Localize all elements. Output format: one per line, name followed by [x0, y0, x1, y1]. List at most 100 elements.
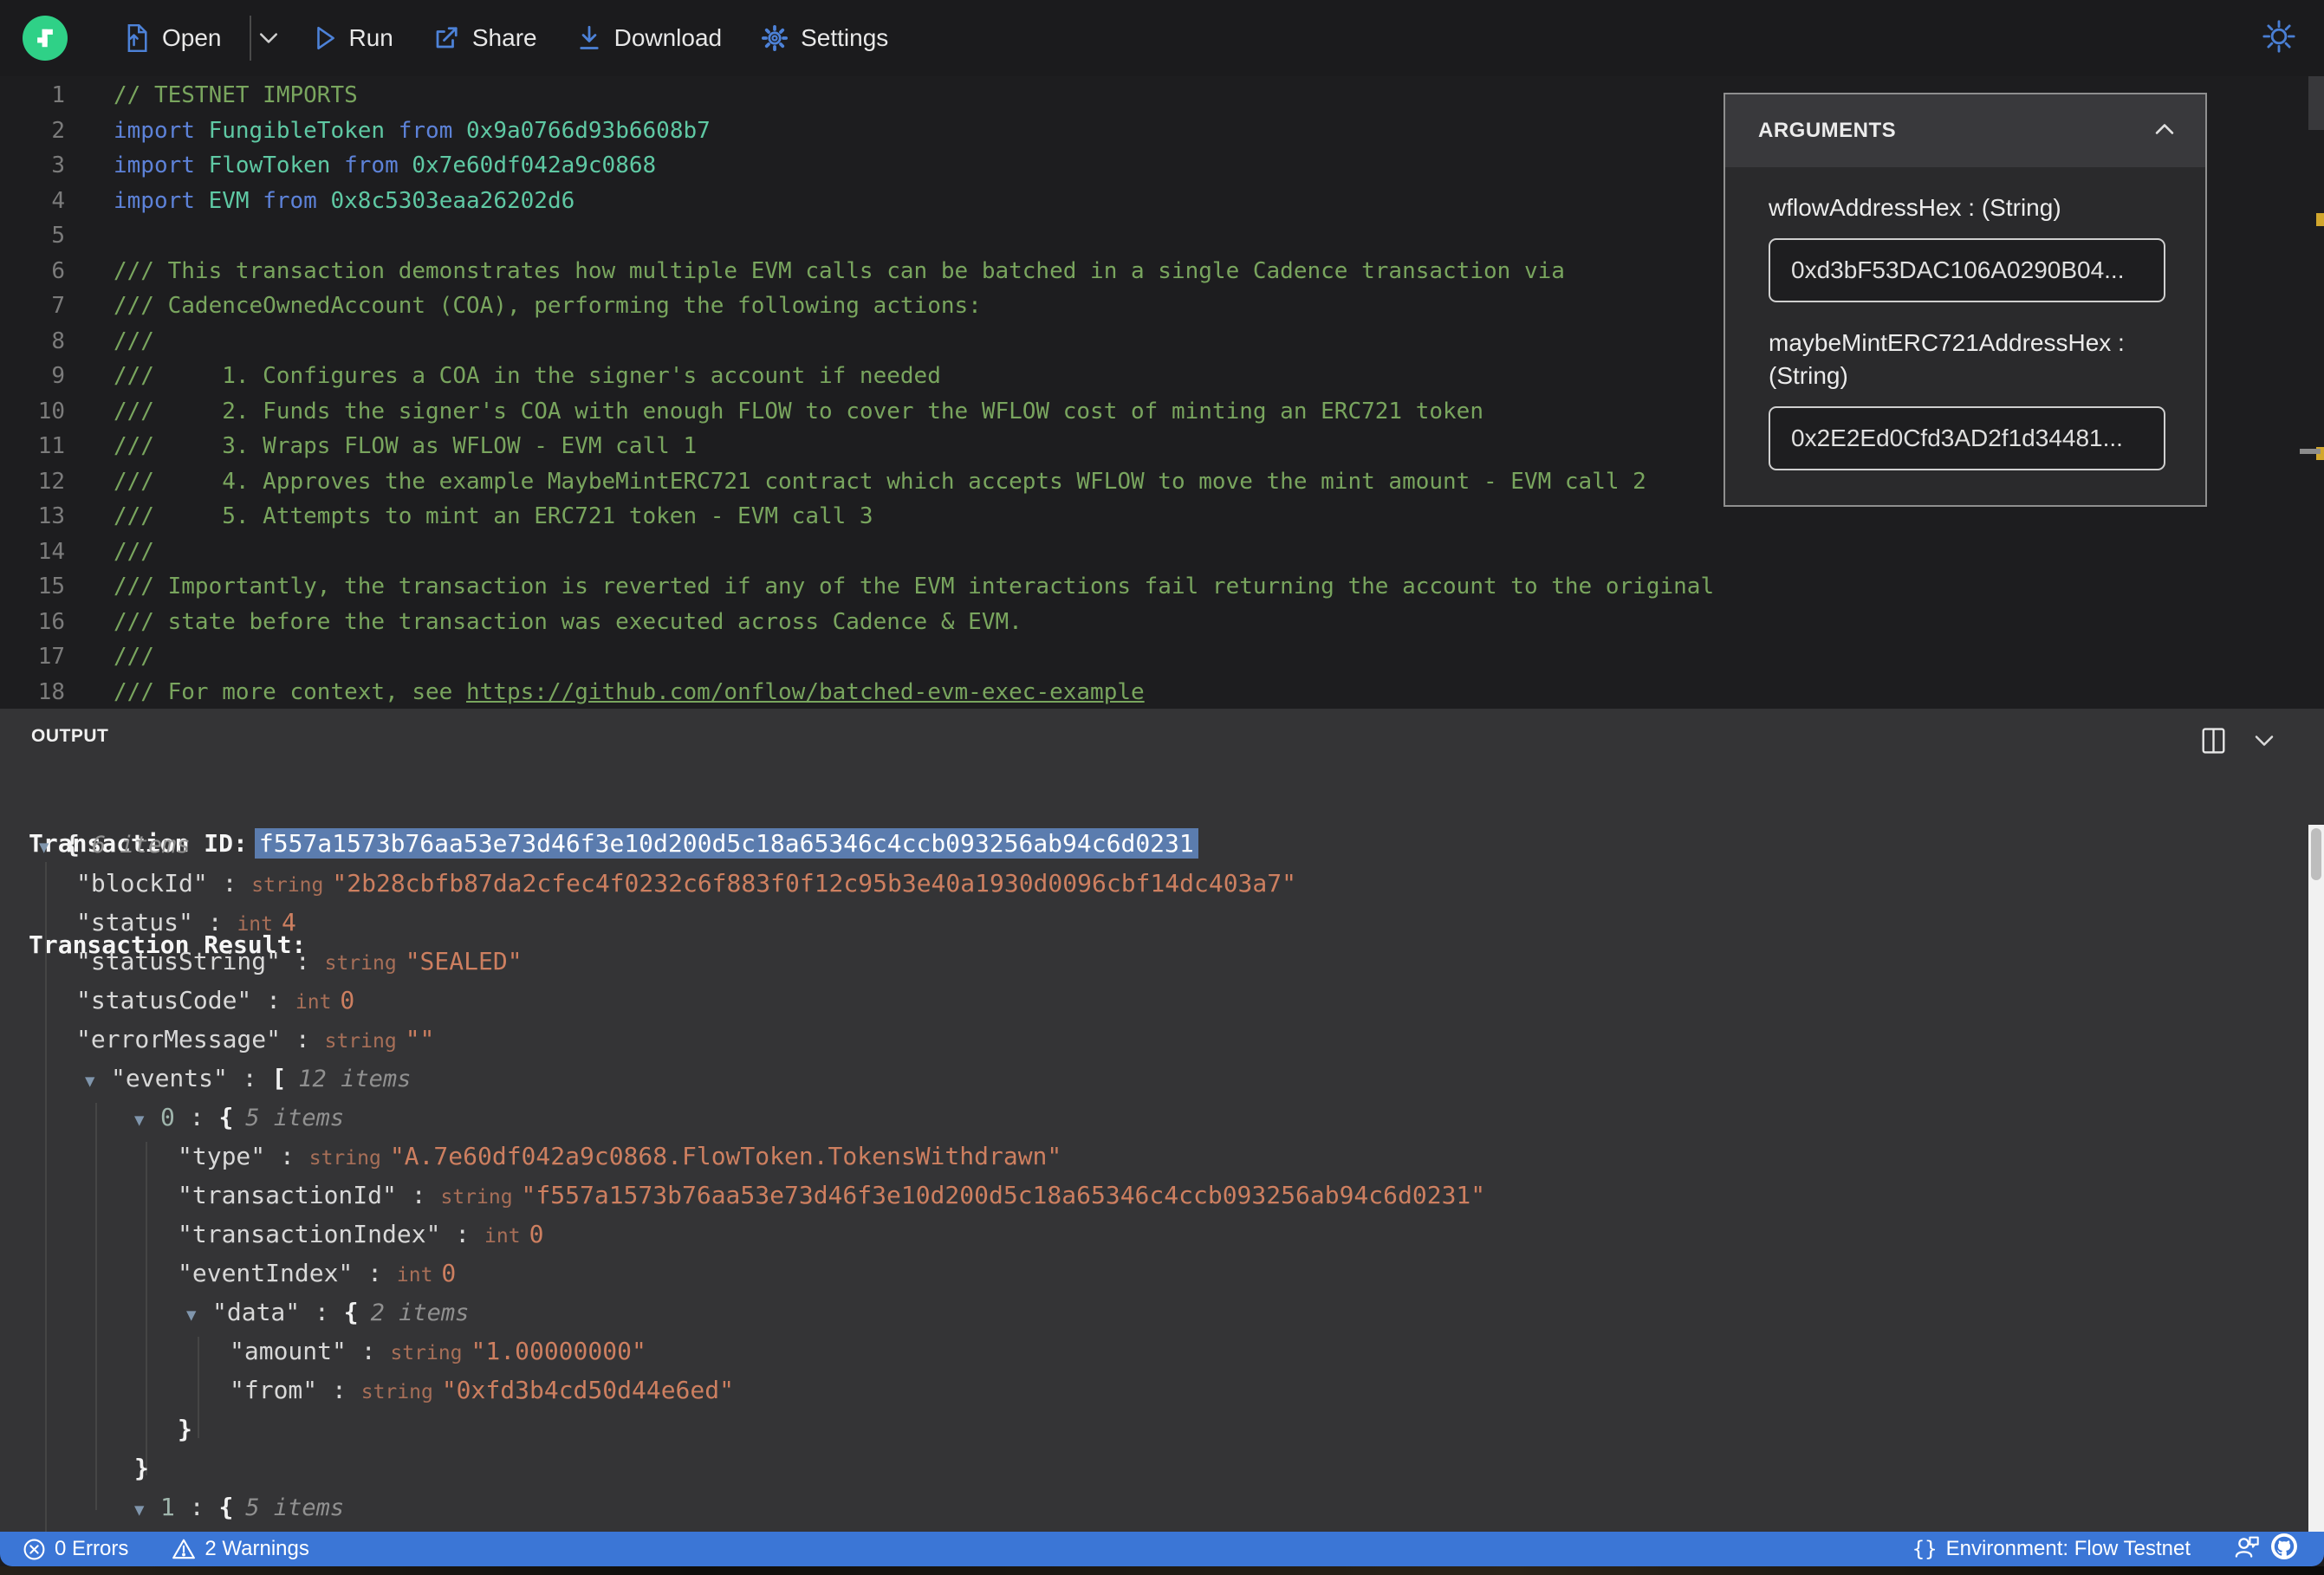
json-key: "transactionIndex": [178, 1220, 441, 1248]
line-number: 11: [37, 433, 65, 459]
json-tree-row: "eventIndex" : int 0: [0, 1254, 2298, 1293]
code-token: from: [398, 117, 467, 144]
code-token: ///: [114, 327, 154, 354]
json-idx: 0: [160, 1103, 175, 1131]
json-tree-row: ▼ "events" : [12 items: [0, 1059, 2298, 1098]
json-it: 12 items: [298, 1066, 412, 1092]
errors-status[interactable]: 0 Errors: [23, 1537, 128, 1561]
json-key: "status": [76, 908, 193, 937]
json-key: "errorMessage": [76, 1025, 282, 1053]
json-key: "statusString": [76, 947, 282, 975]
line-number: 2: [51, 117, 65, 144]
run-play-icon: [314, 25, 336, 51]
github-icon[interactable]: [2270, 1533, 2298, 1566]
warnings-status[interactable]: 2 Warnings: [172, 1537, 309, 1561]
json-tree-row: "blockId" : string "2b28cbfb87da2cfec4f02…: [0, 864, 2298, 903]
json-col: :: [317, 1376, 361, 1404]
json-key: "data": [212, 1298, 301, 1326]
json-ty: int: [396, 1264, 433, 1287]
line-number: 8: [51, 327, 65, 354]
collapse-arrow-icon[interactable]: ▼: [186, 1296, 212, 1335]
code-token: /// CadenceOwnedAccount (COA), performin…: [114, 293, 982, 319]
feedback-icon[interactable]: [2234, 1534, 2260, 1565]
json-ty: int: [237, 913, 273, 936]
collapse-arrow-icon[interactable]: ▼: [85, 1062, 111, 1101]
download-icon: [577, 25, 601, 51]
settings-label: Settings: [801, 24, 889, 51]
argument-label: maybeMintERC721AddressHex : (String): [1769, 329, 2125, 389]
json-tree-row: "statusCode" : int 0: [0, 981, 2298, 1020]
json-str: "2b28cbfb87da2cfec4f0232c6f883f0f12c95b3…: [332, 869, 1296, 898]
output-collapse-chevron-icon[interactable]: [2253, 733, 2275, 753]
json-tree-row: ▼ 1 : {5 items: [0, 1488, 2298, 1526]
code-token: /// For more context, see: [114, 678, 466, 705]
json-tree-row: ▼{6 items: [0, 825, 2298, 864]
split-view-icon[interactable]: [2202, 728, 2225, 758]
share-label: Share: [471, 24, 537, 51]
code-token: import: [114, 117, 209, 144]
line-number: 3: [51, 152, 65, 178]
open-button[interactable]: Open: [125, 24, 222, 52]
json-ty: string: [251, 874, 324, 897]
settings-button[interactable]: Settings: [762, 24, 888, 52]
json-str: 0: [529, 1220, 544, 1248]
share-button[interactable]: Share: [433, 24, 537, 52]
json-col: :: [207, 869, 252, 898]
line-number: 16: [37, 608, 65, 635]
collapse-arrow-icon[interactable]: ▼: [134, 1101, 160, 1140]
output-title: OUTPUT: [31, 726, 109, 746]
collapse-chevron-up-icon[interactable]: [2153, 120, 2176, 142]
line-number: 5: [51, 223, 65, 249]
json-str: "SEALED": [405, 947, 523, 975]
collapse-arrow-icon[interactable]: ▼: [134, 1491, 160, 1530]
json-br: {: [65, 830, 80, 859]
json-idx: 1: [160, 1493, 175, 1521]
json-col: :: [346, 1337, 391, 1365]
warning-triangle-icon: [172, 1539, 196, 1559]
line-number: 4: [51, 187, 65, 214]
json-it: 6 items: [91, 832, 191, 859]
open-file-icon: [125, 24, 149, 52]
line-number: 10: [37, 398, 65, 425]
json-tree-row: "statusString" : string "SEALED": [0, 942, 2298, 981]
code-token: // TESTNET IMPORTS: [114, 82, 358, 108]
line-number: 12: [37, 468, 65, 495]
run-button[interactable]: Run: [314, 24, 393, 52]
code-token: /// 2. Funds the signer's COA with enoug…: [114, 398, 1483, 425]
line-number: 13: [37, 503, 65, 529]
code-token: /// Importantly, the transaction is reve…: [114, 574, 1715, 600]
editor-scrollbar-thumb[interactable]: [2308, 76, 2324, 130]
json-ty: int: [484, 1225, 521, 1248]
run-label: Run: [348, 24, 393, 51]
code-line: 17 ///: [0, 639, 2324, 675]
code-token: FungibleToken: [208, 117, 399, 144]
json-key: "amount": [230, 1337, 347, 1365]
open-dropdown-chevron-icon[interactable]: [258, 29, 279, 47]
json-key: "type": [178, 1142, 266, 1170]
json-key: "events": [111, 1064, 228, 1092]
warnings-label: 2 Warnings: [204, 1537, 309, 1560]
json-key: "from": [230, 1376, 318, 1404]
code-token: 0x8c5303eaa26202d6: [330, 187, 575, 214]
maybe-mint-erc721-address-input[interactable]: [1769, 406, 2165, 470]
json-it: 5 items: [245, 1105, 345, 1131]
json-key: "transactionId": [178, 1181, 397, 1209]
json-tree-row: "transactionIndex" : int 0: [0, 1215, 2298, 1254]
wflow-address-input[interactable]: [1769, 238, 2165, 302]
theme-toggle-sun-icon[interactable]: [2262, 19, 2296, 58]
output-scrollbar[interactable]: [2308, 825, 2324, 1532]
download-button[interactable]: Download: [577, 24, 722, 52]
code-token: EVM: [208, 187, 263, 214]
output-scrollbar-thumb[interactable]: [2311, 828, 2321, 880]
share-icon: [433, 25, 459, 51]
environment-status[interactable]: {} Environment: Flow Testnet: [1912, 1537, 2191, 1561]
arguments-panel-header[interactable]: ARGUMENTS: [1725, 94, 2205, 167]
gear-icon: [762, 25, 789, 51]
code-link[interactable]: https://github.com/onflow/batched-evm-ex…: [466, 679, 1145, 705]
error-circle-icon: [23, 1539, 45, 1559]
json-br: {: [343, 1298, 359, 1326]
collapse-arrow-icon[interactable]: ▼: [39, 828, 65, 867]
line-number: 1: [51, 82, 65, 108]
json-tree-row: "amount" : string "1.00000000": [0, 1332, 2298, 1371]
json-str: 0: [441, 1259, 457, 1287]
